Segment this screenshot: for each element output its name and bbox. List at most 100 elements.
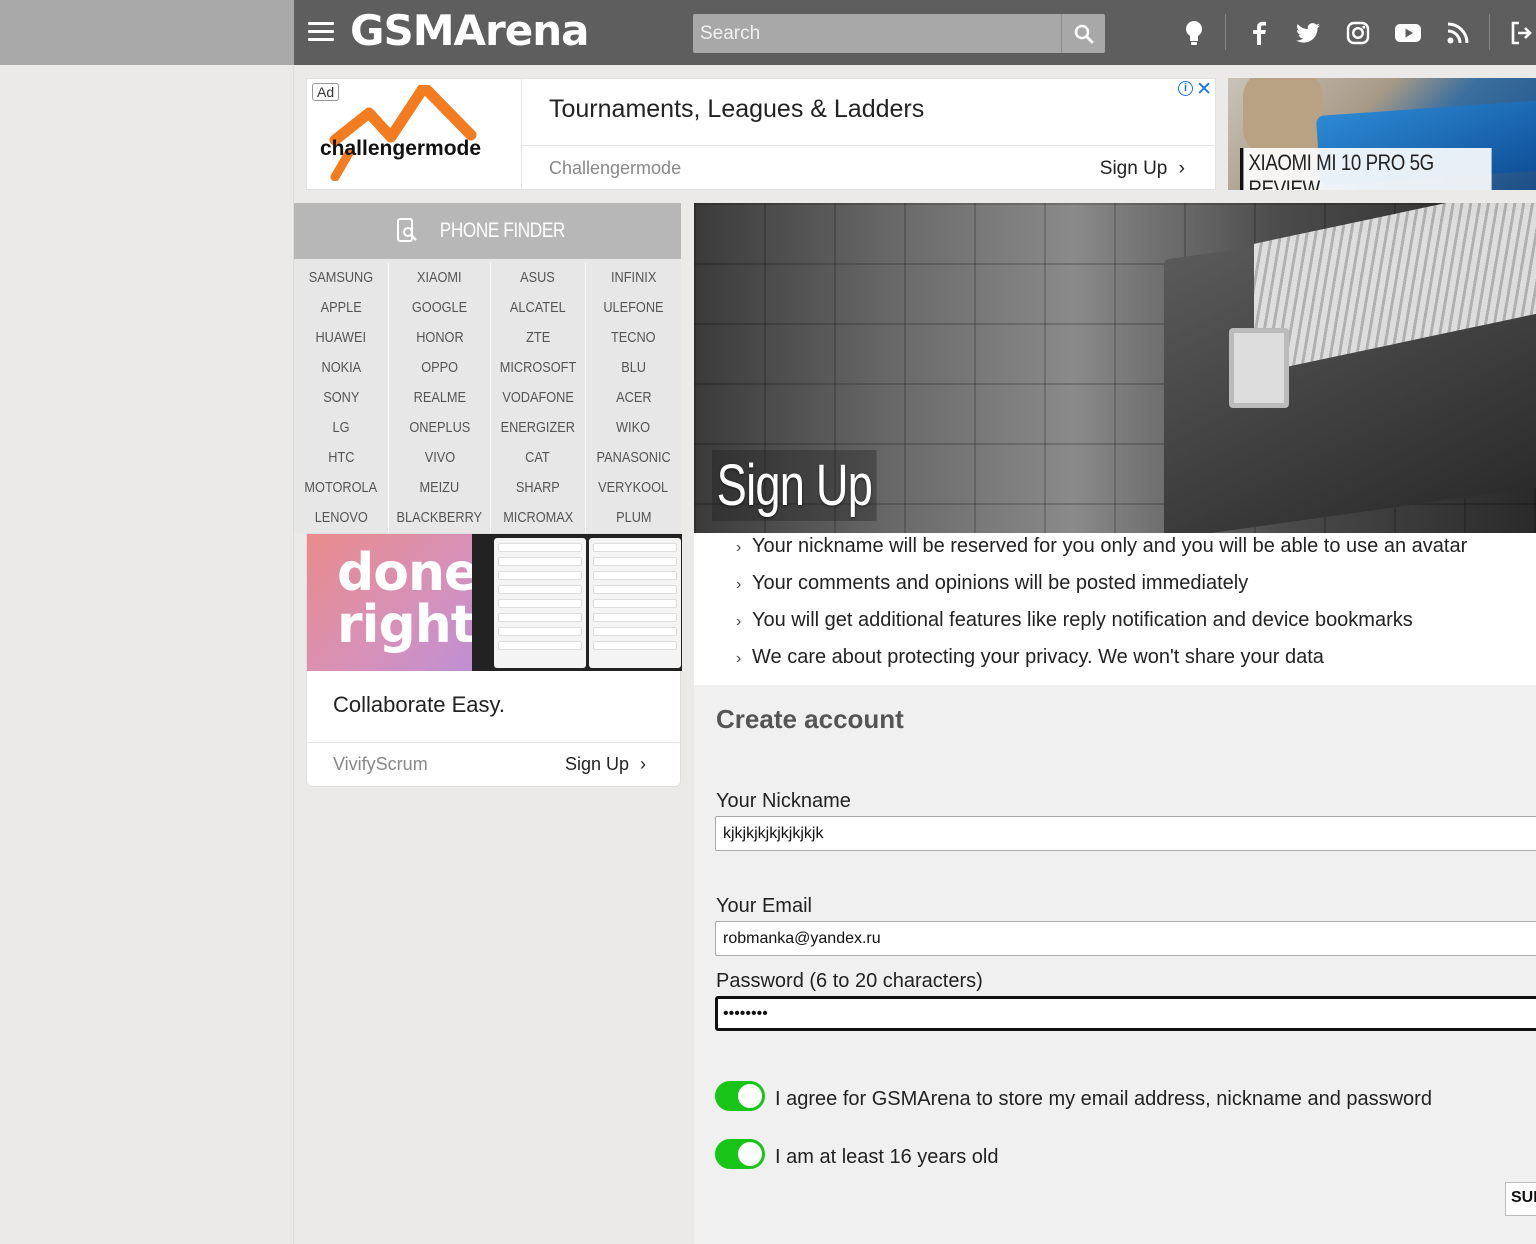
- side-ad-headline[interactable]: Collaborate Easy.: [333, 692, 505, 718]
- facebook-icon[interactable]: [1244, 18, 1274, 48]
- brand-link[interactable]: HONOR: [389, 323, 490, 353]
- brand-label: ONEPLUS: [408, 419, 470, 436]
- brand-link[interactable]: HUAWEI: [294, 323, 388, 353]
- instagram-icon[interactable]: [1343, 18, 1373, 48]
- brand-link[interactable]: MEIZU: [389, 473, 490, 503]
- login-icon[interactable]: [1506, 18, 1536, 48]
- password-field[interactable]: [715, 996, 1536, 1031]
- brand-label: OPPO: [421, 359, 458, 376]
- review-title: XIAOMI MI 10 PRO 5G REVIEW: [1240, 148, 1492, 190]
- brand-label: HUAWEI: [315, 329, 367, 346]
- search-button[interactable]: [1061, 14, 1105, 53]
- brand-label: HTC: [327, 449, 355, 466]
- brand-label: ACER: [615, 389, 652, 406]
- youtube-icon[interactable]: [1393, 18, 1423, 48]
- brand-link[interactable]: ALCATEL: [491, 293, 585, 323]
- brand-link[interactable]: MICROSOFT: [491, 353, 585, 383]
- side-ad-image: done right: [307, 534, 682, 671]
- nickname-field[interactable]: [715, 816, 1536, 851]
- email-field[interactable]: [715, 921, 1536, 956]
- brand-link[interactable]: VODAFONE: [491, 383, 585, 413]
- search-input[interactable]: [693, 14, 1061, 53]
- chevron-right-icon: ›: [736, 613, 742, 630]
- side-ad-advertiser: VivifyScrum: [333, 754, 428, 774]
- brand-link[interactable]: WIKO: [586, 413, 681, 443]
- brand-link[interactable]: INFINIX: [586, 263, 681, 293]
- brand-label: WIKO: [616, 419, 651, 436]
- brand-label: REALME: [413, 389, 466, 406]
- ad-cta-button[interactable]: Sign Up ›: [1100, 158, 1185, 180]
- brand-link[interactable]: PLUM: [586, 503, 681, 533]
- brand-label: SONY: [322, 389, 360, 406]
- ad-info-icon[interactable]: i: [1178, 81, 1193, 96]
- brand-link[interactable]: BLU: [586, 353, 681, 383]
- brand-link[interactable]: ZTE: [491, 323, 585, 353]
- brand-label: ENERGIZER: [500, 419, 575, 436]
- lightbulb-icon[interactable]: [1179, 18, 1209, 48]
- brand-link[interactable]: OPPO: [389, 353, 490, 383]
- brand-column: INFINIX ULEFONE TECNO BLU ACER WIKO PANASONIC V…: [586, 263, 681, 533]
- brand-link[interactable]: REALME: [389, 383, 490, 413]
- phone-finder-header[interactable]: PHONE FINDER: [294, 203, 681, 259]
- benefit-text: Your comments and opinions will be poste…: [752, 572, 1249, 594]
- brand-link[interactable]: ASUS: [491, 263, 585, 293]
- ad-logo-area: challengermode: [307, 79, 522, 191]
- brand-link[interactable]: MICROMAX: [491, 503, 585, 533]
- ad-headline[interactable]: Tournaments, Leagues & Ladders: [549, 95, 924, 124]
- brand-label: PANASONIC: [596, 449, 671, 466]
- phone-search-icon: [397, 218, 418, 242]
- brand-link[interactable]: ULEFONE: [586, 293, 681, 323]
- brand-column: SAMSUNG APPLE HUAWEI NOKIA SONY LG HTC MOTOROLA…: [294, 263, 390, 533]
- brand-label: ASUS: [520, 269, 556, 286]
- rss-icon[interactable]: [1443, 18, 1473, 48]
- brand-label: BLACKBERRY: [396, 509, 483, 526]
- brand-label: VIVO: [424, 449, 455, 466]
- brand-link[interactable]: SHARP: [491, 473, 585, 503]
- brand-label: TECNO: [611, 329, 656, 346]
- brand-link[interactable]: HTC: [294, 443, 388, 473]
- brand-link[interactable]: ENERGIZER: [491, 413, 585, 443]
- brand-label: VODAFONE: [502, 389, 574, 406]
- brand-link[interactable]: CAT: [491, 443, 585, 473]
- benefit-item: › You will get additional features like r…: [736, 602, 1526, 639]
- brand-link[interactable]: ACER: [586, 383, 681, 413]
- brand-link[interactable]: SONY: [294, 383, 388, 413]
- brand-link[interactable]: VERYKOOL: [586, 473, 681, 503]
- twitter-icon[interactable]: [1293, 18, 1323, 48]
- age-confirm-toggle[interactable]: [715, 1139, 765, 1169]
- review-thumbnail[interactable]: XIAOMI MI 10 PRO 5G REVIEW: [1228, 78, 1536, 190]
- brand-link[interactable]: APPLE: [294, 293, 388, 323]
- brand-link[interactable]: PANASONIC: [586, 443, 681, 473]
- top-advertisement[interactable]: challengermode Ad Tournaments, Leagues &…: [306, 78, 1216, 191]
- brand-link[interactable]: BLACKBERRY: [389, 503, 490, 533]
- brand-label: SAMSUNG: [308, 269, 374, 286]
- brand-link[interactable]: SAMSUNG: [294, 263, 388, 293]
- menu-icon[interactable]: [308, 22, 334, 42]
- brand-link[interactable]: ONEPLUS: [389, 413, 490, 443]
- brand-link[interactable]: GOOGLE: [389, 293, 490, 323]
- ad-badge: Ad: [312, 83, 340, 101]
- page-title: Sign Up: [712, 450, 877, 521]
- side-advertisement[interactable]: done right Collaborate Easy. VivifyScrum …: [306, 533, 682, 787]
- brand-link[interactable]: NOKIA: [294, 353, 388, 383]
- agree-store-toggle[interactable]: [715, 1081, 765, 1111]
- brand-link[interactable]: TECNO: [586, 323, 681, 353]
- brand-link[interactable]: MOTOROLA: [294, 473, 388, 503]
- brand-link[interactable]: LENOVO: [294, 503, 388, 533]
- brand-link[interactable]: VIVO: [389, 443, 490, 473]
- side-ad-cta-button[interactable]: Sign Up ›: [565, 754, 646, 775]
- brand-link[interactable]: XIAOMI: [389, 263, 490, 293]
- email-label: Your Email: [716, 895, 812, 917]
- ad-close-icon[interactable]: ✕: [1196, 78, 1212, 101]
- brand-label: MICROSOFT: [499, 359, 577, 376]
- brand-link[interactable]: LG: [294, 413, 388, 443]
- brand-column: ASUS ALCATEL ZTE MICROSOFT VODAFONE ENERGIZER…: [491, 263, 586, 533]
- submit-button[interactable]: SUBMIT: [1505, 1182, 1536, 1216]
- benefit-item: › Your comments and opinions will be post…: [736, 565, 1526, 602]
- side-ad-divider: [307, 742, 680, 743]
- brand-grid: SAMSUNG APPLE HUAWEI NOKIA SONY LG HTC MOTOROLA…: [294, 263, 681, 533]
- chevron-right-icon: ›: [640, 754, 646, 774]
- ad-brand-text: challengermode: [320, 137, 482, 160]
- site-logo[interactable]: GSMArena: [350, 6, 589, 55]
- ad-divider: [522, 145, 1216, 146]
